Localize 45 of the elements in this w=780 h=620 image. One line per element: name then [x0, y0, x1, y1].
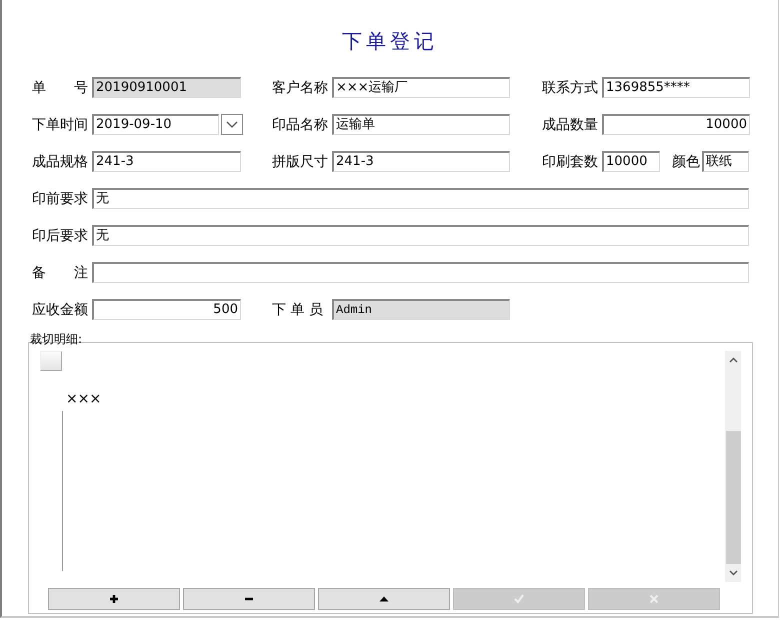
input-field[interactable]: 无	[92, 225, 749, 246]
scrollbar[interactable]	[725, 351, 741, 582]
input-field[interactable]: 10000	[602, 114, 750, 135]
scroll-thumb[interactable]	[726, 431, 740, 564]
form-title: 下单登记	[342, 28, 438, 54]
tree-node[interactable]: ×××	[66, 391, 725, 407]
cross-icon	[649, 594, 659, 604]
field-label: 成品数量	[542, 116, 599, 134]
group-title: 裁切明细:	[30, 332, 84, 346]
input-field[interactable]: 1369855****	[602, 77, 750, 98]
input-field[interactable]: 10000	[602, 151, 660, 172]
field-label: 应收金额	[32, 300, 89, 318]
plus-icon	[109, 594, 119, 604]
triangle-up-button[interactable]	[318, 588, 450, 610]
field-label: 客户名称	[272, 78, 329, 96]
input-field[interactable]: 241-3	[92, 151, 241, 172]
input-field[interactable]: 500	[92, 299, 241, 320]
input-field[interactable]: 运输单	[332, 114, 510, 135]
field-label: 联系方式	[542, 78, 599, 96]
field-label: 拼版尺寸	[272, 152, 329, 170]
input-field[interactable]	[92, 262, 749, 283]
field-label: 印后要求	[32, 226, 89, 244]
scroll-down-icon[interactable]	[728, 570, 738, 576]
triangle-up-icon	[379, 594, 389, 604]
field-label: 下 单 员	[272, 300, 324, 318]
field-label: 单 号	[32, 78, 89, 96]
plus-button[interactable]	[48, 588, 180, 610]
field-label: 成品规格	[32, 152, 89, 170]
input-field[interactable]: ×××运输厂	[332, 77, 510, 98]
minus-button[interactable]	[183, 588, 315, 610]
scroll-up-icon[interactable]	[728, 357, 738, 363]
input-field[interactable]: 241-3	[332, 151, 510, 172]
field-label: 颜色	[672, 152, 700, 170]
field-label: 印前要求	[32, 190, 89, 208]
check-icon	[514, 594, 524, 604]
field-label: 印品名称	[272, 116, 329, 134]
field-label: 印刷套数	[542, 152, 599, 170]
input-field[interactable]: 2019-09-10	[92, 114, 219, 135]
field-label: 备 注	[32, 264, 89, 282]
field-label: 下单时间	[32, 116, 89, 134]
caret-icon	[226, 120, 238, 128]
input-field[interactable]: 联纸	[702, 151, 749, 172]
input-field[interactable]: 无	[92, 188, 749, 209]
header-button[interactable]	[40, 351, 62, 371]
dropdown-button[interactable]	[221, 114, 243, 135]
